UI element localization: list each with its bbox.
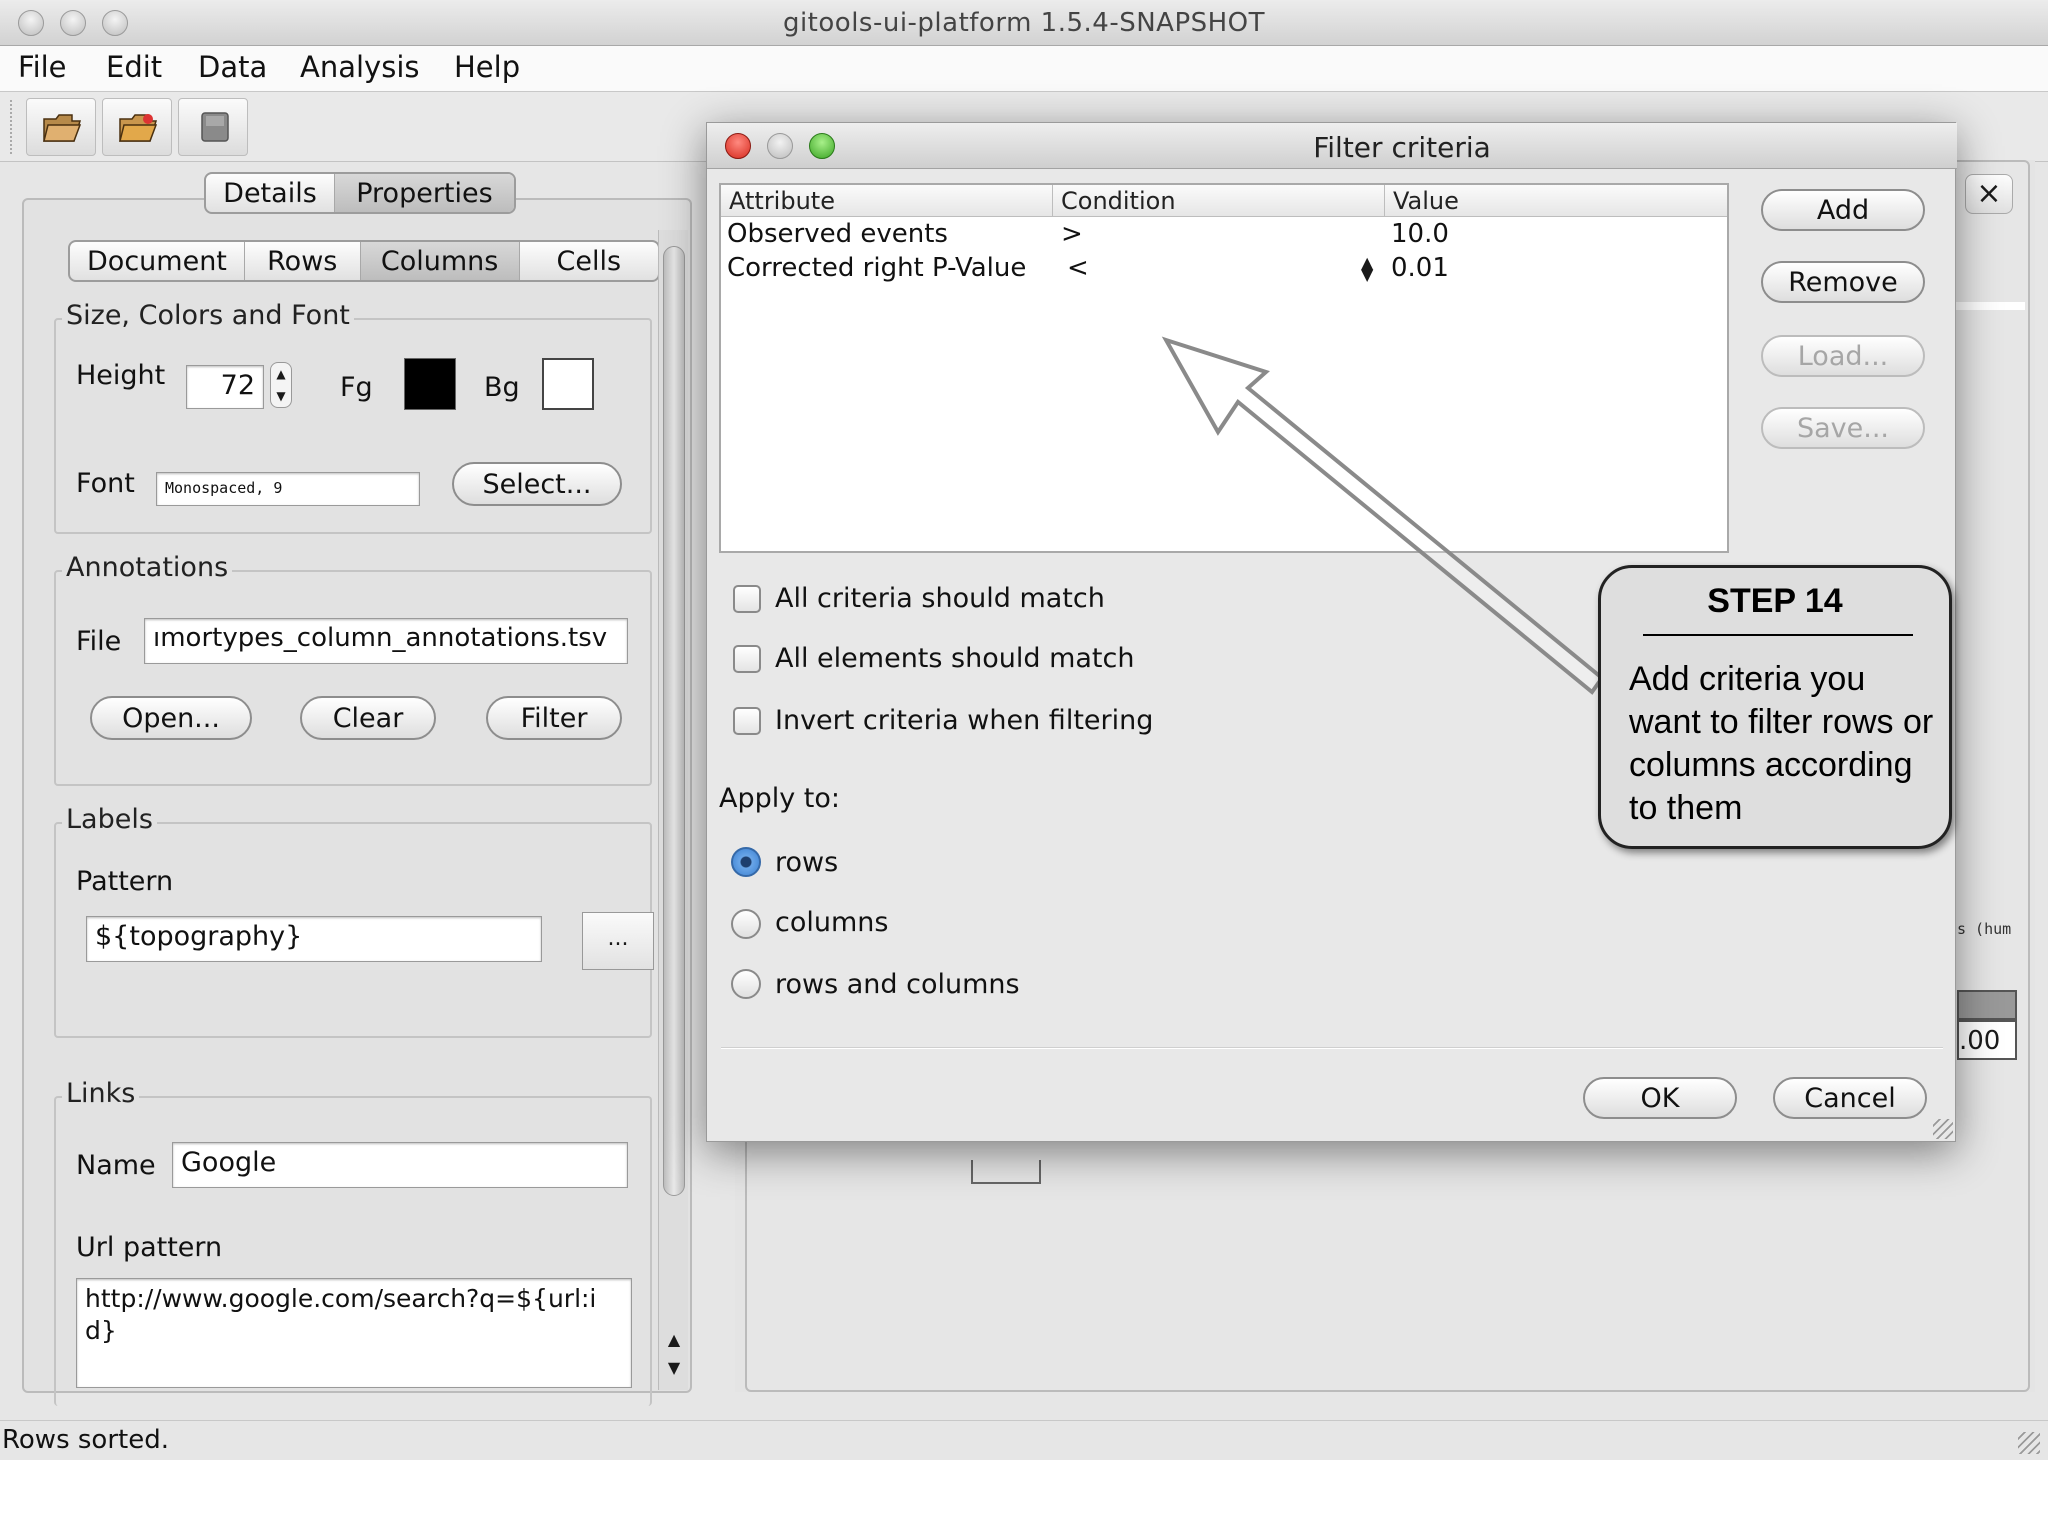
step-divider	[1643, 634, 1913, 636]
step-description: Add criteria you want to filter rows or …	[1629, 660, 1934, 827]
pointer-arrow-icon	[1161, 336, 1605, 695]
step-heading: STEP 14	[1707, 582, 1843, 620]
step-callout: STEP 14 Add criteria you want to filter …	[1598, 565, 1952, 849]
